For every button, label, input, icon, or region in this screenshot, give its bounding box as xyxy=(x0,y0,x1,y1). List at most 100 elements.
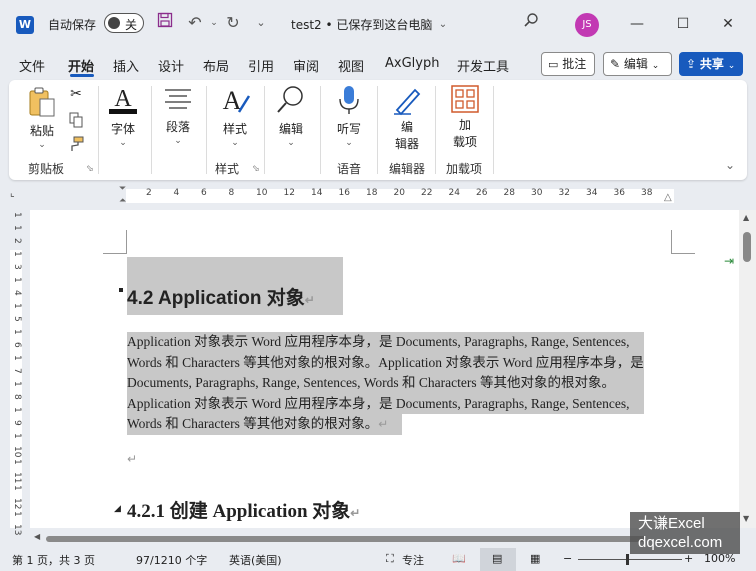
dictate-label: 听写 xyxy=(336,122,361,136)
autosave-toggle[interactable]: 关 xyxy=(104,13,144,33)
vruler-number: 12 xyxy=(12,498,22,510)
print-layout-icon: ▤ xyxy=(492,552,503,565)
paragraph-mark: ↵ xyxy=(304,293,315,307)
tab-references[interactable]: 引用 xyxy=(248,56,274,75)
vertical-ruler[interactable]: 1 1 2 1 3 1 4 1 5 1 6 1 7 1 8 1 9 1 10 1 11 1 12 1 13 xyxy=(0,210,30,535)
vruler-number: 1 xyxy=(12,355,22,361)
addins-button[interactable]: 加 载项 xyxy=(447,84,483,150)
dialog-launcher-icon[interactable]: ⬂ xyxy=(86,164,94,174)
read-mode-icon[interactable]: 📖 xyxy=(452,552,466,565)
share-button[interactable]: ⇪ 共享 ⌄ xyxy=(679,52,743,76)
comments-label: 批注 xyxy=(562,57,587,71)
font-label: 字体 xyxy=(110,122,135,136)
search-icon[interactable] xyxy=(520,12,542,34)
editing-button[interactable]: 编辑 ⌄ xyxy=(273,84,309,148)
scroll-down-icon[interactable]: ▼ xyxy=(743,514,749,523)
heading-4-2[interactable]: 4.2 Application 对象↵ xyxy=(127,257,343,315)
paragraph-button[interactable]: 段落 ⌄ xyxy=(159,86,197,146)
save-icon[interactable] xyxy=(154,12,176,34)
paragraph-line: Documents, Paragraphs, Range, Sentences,… xyxy=(127,373,644,394)
word-count[interactable]: 97/1210 个字 xyxy=(136,552,207,568)
ruler-number: 6 xyxy=(201,188,207,198)
ruler-number: 12 xyxy=(283,188,295,198)
chevron-down-icon: ⌄ xyxy=(727,61,736,71)
tab-home[interactable]: 开始 xyxy=(68,56,94,75)
vruler-number: 2 xyxy=(12,238,22,244)
zoom-slider-thumb[interactable] xyxy=(626,554,629,565)
site-watermark: 大谦Excel dqexcel.com xyxy=(630,512,740,554)
right-indent-icon[interactable]: △ xyxy=(664,192,672,203)
paragraph-line-text: Words 和 Characters 等其他对象的根对象。 xyxy=(127,416,379,432)
title-dropdown-icon[interactable]: ⌄ xyxy=(432,14,454,36)
copy-icon[interactable] xyxy=(67,112,85,131)
vertical-scroll-thumb[interactable] xyxy=(743,232,751,262)
scroll-up-icon[interactable]: ▲ xyxy=(743,213,749,222)
minimize-icon[interactable]: — xyxy=(627,14,647,34)
font-button[interactable]: A 字体 ⌄ xyxy=(105,84,141,148)
first-line-indent-icon[interactable]: ⏷ xyxy=(119,184,126,194)
collapse-ribbon-icon[interactable]: ⌄ xyxy=(725,158,735,172)
ruler-number: 38 xyxy=(641,188,653,198)
addins-label-2: 载项 xyxy=(452,135,477,149)
editing-mode-button[interactable]: ✎ 编辑 ⌄ xyxy=(603,52,672,76)
empty-paragraph-mark: ↵ xyxy=(127,452,138,466)
vruler-number: 13 xyxy=(12,524,22,536)
styles-button[interactable]: A 样式 ⌄ xyxy=(217,84,253,148)
dialog-launcher-icon[interactable]: ⬂ xyxy=(252,164,260,174)
page-count[interactable]: 第 1 页，共 3 页 xyxy=(12,552,95,568)
dictate-button[interactable]: 听写 ⌄ xyxy=(331,84,367,148)
group-divider xyxy=(206,86,207,174)
customize-toolbar-icon[interactable]: ⌄ xyxy=(250,12,272,34)
close-icon[interactable]: ✕ xyxy=(718,14,738,34)
group-divider xyxy=(264,86,265,174)
format-painter-icon[interactable] xyxy=(67,136,85,155)
clipboard-icon xyxy=(29,87,55,117)
vruler-number: 7 xyxy=(12,368,22,374)
group-divider xyxy=(493,86,494,174)
clipboard-group-label: 剪贴板 xyxy=(28,162,65,176)
cut-icon[interactable]: ✂ xyxy=(67,86,85,102)
tab-selector-icon[interactable]: ⌞ xyxy=(10,188,15,199)
tab-review[interactable]: 审阅 xyxy=(293,56,319,75)
redo-icon[interactable]: ↻ xyxy=(222,12,244,34)
tab-design[interactable]: 设计 xyxy=(158,56,184,75)
horizontal-ruler[interactable]: ⏷ ⏶ △ 2 4 6 8 10 12 14 16 18 20 22 24 26 28 30 32 34 36 38 xyxy=(30,184,739,208)
tab-developer[interactable]: 开发工具 xyxy=(457,56,509,75)
hanging-indent-icon[interactable]: ⏶ xyxy=(119,196,126,206)
tab-axglyph[interactable]: AxGlyph xyxy=(385,56,439,71)
body-paragraph[interactable]: Application 对象表示 Word 应用程序本身，是 Documents… xyxy=(127,332,644,435)
ruler-number: 10 xyxy=(256,188,268,198)
avatar[interactable]: JS xyxy=(575,13,599,37)
ruler-number: 4 xyxy=(173,188,180,198)
share-icon: ⇪ xyxy=(686,57,697,71)
collapse-heading-icon[interactable]: ◢ xyxy=(114,504,121,514)
heading-4-2-1[interactable]: 4.2.1 创建 Application 对象↵ xyxy=(127,496,360,523)
comments-button[interactable]: ▭ 批注 xyxy=(541,52,595,76)
focus-label[interactable]: 专注 xyxy=(402,552,424,568)
tab-insert[interactable]: 插入 xyxy=(113,56,139,75)
zoom-out-icon[interactable]: − xyxy=(563,552,572,565)
editor-button[interactable]: 编 辑器 xyxy=(389,84,425,152)
vruler-number: 1 xyxy=(12,212,22,218)
vruler-number: 9 xyxy=(12,420,22,426)
horizontal-scroll-thumb[interactable] xyxy=(46,536,646,542)
zoom-slider[interactable] xyxy=(578,559,682,560)
scroll-left-icon[interactable]: ◀ xyxy=(34,532,40,541)
paste-button[interactable]: 粘贴 ⌄ xyxy=(25,86,59,150)
document-page[interactable]: 4.2 Application 对象↵ Application 对象表示 Wor… xyxy=(30,210,739,528)
maximize-icon[interactable]: ☐ xyxy=(673,14,693,34)
document-title[interactable]: test2 • 已保存到这台电脑 xyxy=(291,16,432,33)
tab-view[interactable]: 视图 xyxy=(338,56,364,75)
paragraph-label: 段落 xyxy=(165,120,190,134)
tab-layout[interactable]: 布局 xyxy=(203,56,229,75)
ribbon: 粘贴 ⌄ ✂ 剪贴板 ⬂ A 字体 ⌄ 段落 ⌄ A 样式 ⌄ 样式 ⬂ 编辑 … xyxy=(9,80,747,180)
ruler-number: 24 xyxy=(448,188,460,198)
vertical-scrollbar[interactable]: ▲ ▼ xyxy=(739,210,756,528)
language[interactable]: 英语(美国) xyxy=(229,552,282,568)
tab-file[interactable]: 文件 xyxy=(19,56,45,75)
web-layout-icon[interactable]: ▦ xyxy=(530,552,540,565)
paragraph-line: Words 和 Characters 等其他对象的根对象。↵ xyxy=(127,414,403,435)
layout-options-icon[interactable]: ⇥ xyxy=(724,254,734,268)
share-label: 共享 xyxy=(699,57,724,71)
focus-icon[interactable]: ⛶ xyxy=(386,552,394,566)
